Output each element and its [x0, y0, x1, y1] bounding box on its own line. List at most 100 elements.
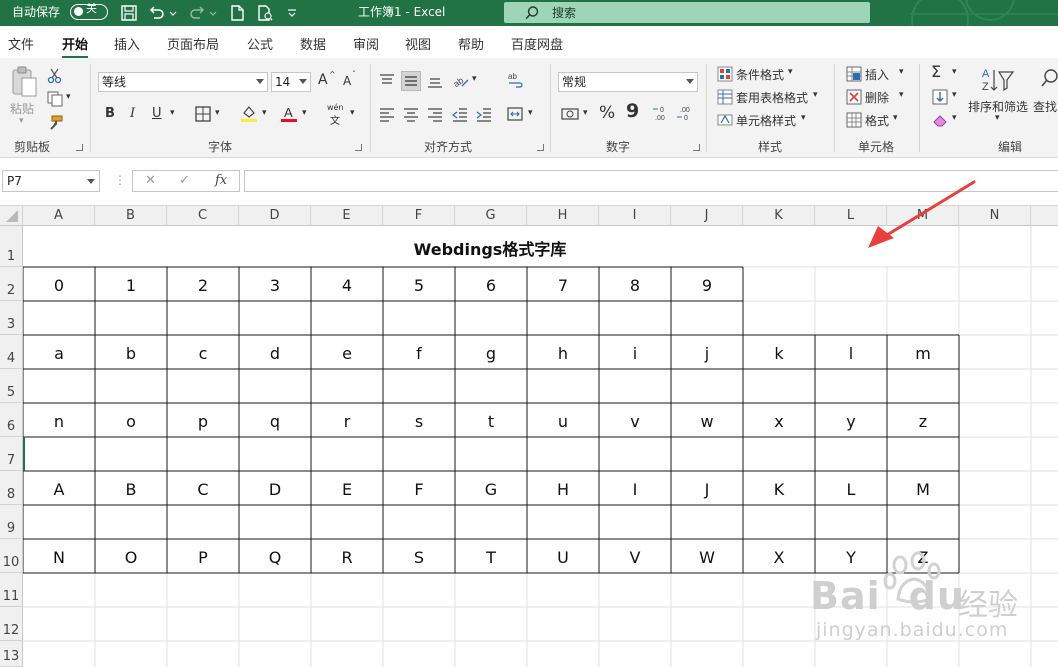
cell-styles-icon[interactable]: [716, 111, 734, 129]
clear-eraser-icon[interactable]: [931, 111, 949, 129]
cell[interactable]: Q: [239, 548, 311, 567]
cell[interactable]: 4: [311, 276, 383, 295]
conditional-formatting-icon[interactable]: [716, 65, 734, 83]
row-header-8[interactable]: 8: [0, 471, 23, 505]
row-header-3[interactable]: 3: [0, 301, 23, 335]
cell[interactable]: 1: [95, 276, 167, 295]
row-header-10[interactable]: 10: [0, 539, 23, 573]
cell[interactable]: M: [887, 480, 959, 499]
cell[interactable]: 3: [239, 276, 311, 295]
cell[interactable]: I: [599, 480, 671, 499]
merge-center-icon[interactable]: [506, 105, 524, 123]
merge-dropdown-icon[interactable]: ▾: [528, 108, 533, 118]
sheet-title-cell[interactable]: Webdings格式字库: [23, 236, 957, 260]
cell[interactable]: G: [455, 480, 527, 499]
delete-cells-button[interactable]: 删除: [865, 89, 889, 106]
align-middle-icon[interactable]: [401, 71, 421, 91]
row-header-4[interactable]: 4: [0, 335, 23, 369]
redo-icon[interactable]: [188, 4, 206, 22]
wrap-text-icon[interactable]: ab: [506, 71, 524, 89]
enter-icon[interactable]: ✓: [179, 173, 190, 188]
percent-button[interactable]: %: [599, 103, 615, 123]
find-select-button[interactable]: 查找: [1033, 98, 1057, 115]
cell[interactable]: X: [743, 548, 815, 567]
cell[interactable]: 0: [23, 276, 95, 295]
phonetic-dropdown-icon[interactable]: ▾: [350, 108, 355, 118]
redo-dropdown-icon[interactable]: [208, 4, 218, 22]
fill-dropdown-icon[interactable]: ▾: [952, 90, 957, 100]
cancel-icon[interactable]: ✕: [145, 173, 156, 188]
conditional-dropdown-icon[interactable]: ▾: [788, 67, 793, 77]
cell[interactable]: w: [671, 412, 743, 431]
font-name-select[interactable]: 等线: [98, 72, 268, 92]
tab-insert[interactable]: 插入: [114, 34, 140, 53]
cell[interactable]: C: [167, 480, 239, 499]
cell[interactable]: c: [167, 344, 239, 363]
cell[interactable]: v: [599, 412, 671, 431]
insert-function-icon[interactable]: fx: [215, 173, 227, 188]
format-as-table-icon[interactable]: [716, 88, 734, 106]
cell[interactable]: s: [383, 412, 455, 431]
cell[interactable]: g: [455, 344, 527, 363]
format-painter-icon[interactable]: [46, 114, 64, 132]
formula-bar-grip-icon[interactable]: ⋮: [114, 173, 126, 187]
cell[interactable]: B: [95, 480, 167, 499]
orientation-icon[interactable]: ab: [452, 71, 470, 89]
cell[interactable]: 9: [671, 276, 743, 295]
tab-home[interactable]: 开始: [62, 34, 89, 59]
tab-data[interactable]: 数据: [300, 34, 326, 53]
tab-review[interactable]: 审阅: [353, 34, 379, 53]
cell[interactable]: V: [599, 548, 671, 567]
column-header-e[interactable]: E: [311, 206, 383, 226]
cell[interactable]: a: [23, 344, 95, 363]
cell[interactable]: m: [887, 344, 959, 363]
cell[interactable]: 6: [455, 276, 527, 295]
format-as-table-button[interactable]: 套用表格格式: [736, 89, 808, 106]
align-left-icon[interactable]: [378, 105, 396, 123]
cell[interactable]: 7: [527, 276, 599, 295]
orientation-dropdown-icon[interactable]: ▾: [472, 74, 477, 84]
cell[interactable]: P: [167, 548, 239, 567]
cell[interactable]: W: [671, 548, 743, 567]
format-cells-icon[interactable]: [845, 111, 863, 129]
row-header-5[interactable]: 5: [0, 369, 23, 403]
name-box[interactable]: P7: [2, 170, 100, 192]
cell[interactable]: z: [887, 412, 959, 431]
accounting-dropdown-icon[interactable]: ▾: [583, 108, 588, 118]
sort-filter-icon[interactable]: A Z: [980, 66, 1016, 94]
cell[interactable]: n: [23, 412, 95, 431]
cell[interactable]: j: [671, 344, 743, 363]
row-header-13[interactable]: 13: [0, 641, 23, 667]
borders-dropdown-icon[interactable]: ▾: [215, 108, 220, 118]
comma-style-button[interactable]: 9: [626, 100, 639, 122]
alignment-dialog-launcher[interactable]: [537, 144, 544, 151]
cell[interactable]: u: [527, 412, 599, 431]
cell[interactable]: Y: [815, 548, 887, 567]
accounting-format-icon[interactable]: [560, 105, 582, 123]
increase-decimal-icon[interactable]: 0 .00: [652, 104, 674, 122]
cell[interactable]: S: [383, 548, 455, 567]
cell[interactable]: J: [671, 480, 743, 499]
cell[interactable]: q: [239, 412, 311, 431]
customize-toolbar-icon[interactable]: [286, 4, 298, 22]
fill-color-icon[interactable]: [240, 104, 258, 122]
phonetic-button[interactable]: wén: [327, 103, 344, 112]
increase-font-button[interactable]: A: [318, 72, 328, 88]
cell[interactable]: N: [23, 548, 95, 567]
column-header-b[interactable]: B: [95, 206, 167, 226]
tab-page-layout[interactable]: 页面布局: [167, 34, 219, 53]
cell[interactable]: 8: [599, 276, 671, 295]
row-header-11[interactable]: 11: [0, 573, 23, 607]
cell[interactable]: A: [23, 480, 95, 499]
cut-icon[interactable]: [46, 66, 64, 84]
insert-cells-icon[interactable]: [845, 65, 863, 83]
font-color-icon[interactable]: A: [280, 104, 298, 122]
row-header-7[interactable]: 7: [0, 437, 23, 471]
undo-icon[interactable]: [148, 4, 166, 22]
bold-button[interactable]: B: [105, 106, 115, 121]
align-center-icon[interactable]: [402, 105, 420, 123]
italic-button[interactable]: I: [130, 106, 135, 121]
cell[interactable]: D: [239, 480, 311, 499]
cell[interactable]: d: [239, 344, 311, 363]
number-dialog-launcher[interactable]: [693, 144, 700, 151]
